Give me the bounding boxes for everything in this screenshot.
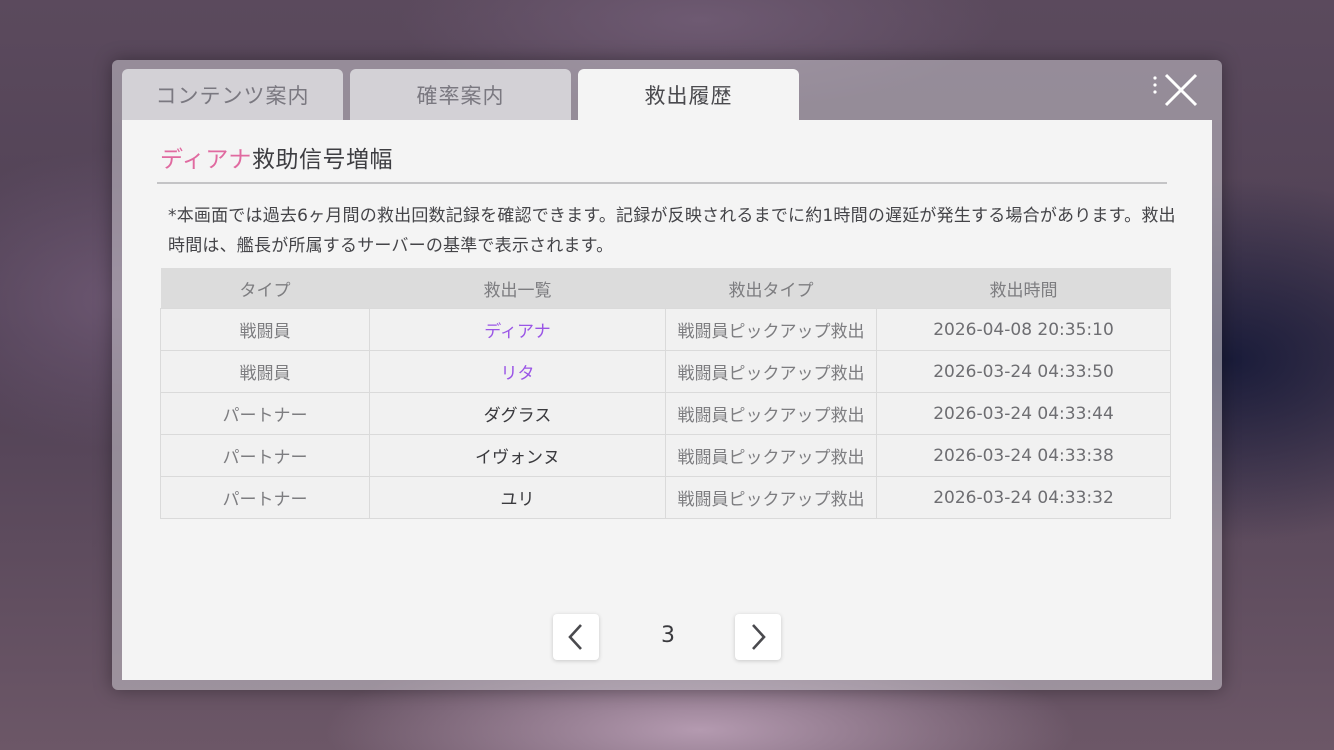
cell-time: 2026-03-24 04:33:44 bbox=[876, 392, 1171, 435]
title-character-name: ディアナ bbox=[160, 147, 252, 173]
cell-type: 戦闘員 bbox=[160, 308, 370, 351]
cell-type: パートナー bbox=[160, 434, 370, 477]
table-row: 戦闘員 リタ 戦闘員ピックアップ救出 2026-03-24 04:33:50 bbox=[160, 350, 1171, 393]
cell-rescue-type: 戦闘員ピックアップ救出 bbox=[665, 392, 877, 435]
table-row: パートナー イヴォンヌ 戦闘員ピックアップ救出 2026-03-24 04:33… bbox=[160, 434, 1171, 477]
cell-time: 2026-03-24 04:33:38 bbox=[876, 434, 1171, 477]
rescue-history-table: タイプ 救出一覧 救出タイプ 救出時間 戦闘員 ディアナ 戦闘員ピックアップ救出… bbox=[160, 268, 1171, 519]
tab-rescue-history[interactable]: 救出履歴 bbox=[578, 69, 799, 121]
cell-name: リタ bbox=[369, 350, 666, 393]
close-icon bbox=[1153, 73, 1198, 107]
cell-time: 2026-03-24 04:33:50 bbox=[876, 350, 1171, 393]
tab-contents-guide[interactable]: コンテンツ案内 bbox=[122, 69, 343, 121]
title-event-name: 救助信号増幅 bbox=[251, 147, 393, 173]
header-rescue-type: 救出タイプ bbox=[665, 268, 877, 309]
cell-type: 戦闘員 bbox=[160, 350, 370, 393]
cell-name: イヴォンヌ bbox=[369, 434, 666, 477]
chevron-left-icon bbox=[568, 624, 582, 650]
cell-rescue-type: 戦闘員ピックアップ救出 bbox=[665, 350, 877, 393]
cell-time: 2026-03-24 04:33:32 bbox=[876, 476, 1171, 519]
header-rescue-time: 救出時間 bbox=[876, 268, 1171, 309]
header-type: タイプ bbox=[160, 268, 370, 309]
page-title: ディアナ救助信号増幅 bbox=[160, 140, 393, 174]
table-row: パートナー ユリ 戦闘員ピックアップ救出 2026-03-24 04:33:32 bbox=[160, 476, 1171, 519]
table-row: 戦闘員 ディアナ 戦闘員ピックアップ救出 2026-04-08 20:35:10 bbox=[160, 308, 1171, 351]
close-button[interactable] bbox=[1150, 70, 1200, 110]
notice-text: *本画面では過去6ヶ月間の救出回数記録を確認できます。記録が反映されるまでに約1… bbox=[168, 206, 1176, 256]
cell-time: 2026-04-08 20:35:10 bbox=[876, 308, 1171, 351]
cell-name: ユリ bbox=[369, 476, 666, 519]
cell-type: パートナー bbox=[160, 392, 370, 435]
cell-rescue-type: 戦闘員ピックアップ救出 bbox=[665, 476, 877, 519]
cell-rescue-type: 戦闘員ピックアップ救出 bbox=[665, 434, 877, 477]
title-divider bbox=[157, 182, 1167, 184]
prev-page-button[interactable] bbox=[553, 614, 599, 660]
cell-type: パートナー bbox=[160, 476, 370, 519]
cell-name: ディアナ bbox=[369, 308, 666, 351]
header-rescue-list: 救出一覧 bbox=[369, 268, 666, 309]
page-number: 3 bbox=[661, 623, 675, 648]
table-header-row: タイプ 救出一覧 救出タイプ 救出時間 bbox=[160, 268, 1171, 309]
cell-rescue-type: 戦闘員ピックアップ救出 bbox=[665, 308, 877, 351]
chevron-right-icon bbox=[752, 624, 766, 650]
tab-probability-guide[interactable]: 確率案内 bbox=[350, 69, 571, 121]
next-page-button[interactable] bbox=[735, 614, 781, 660]
cell-name: ダグラス bbox=[369, 392, 666, 435]
table-row: パートナー ダグラス 戦闘員ピックアップ救出 2026-03-24 04:33:… bbox=[160, 392, 1171, 435]
